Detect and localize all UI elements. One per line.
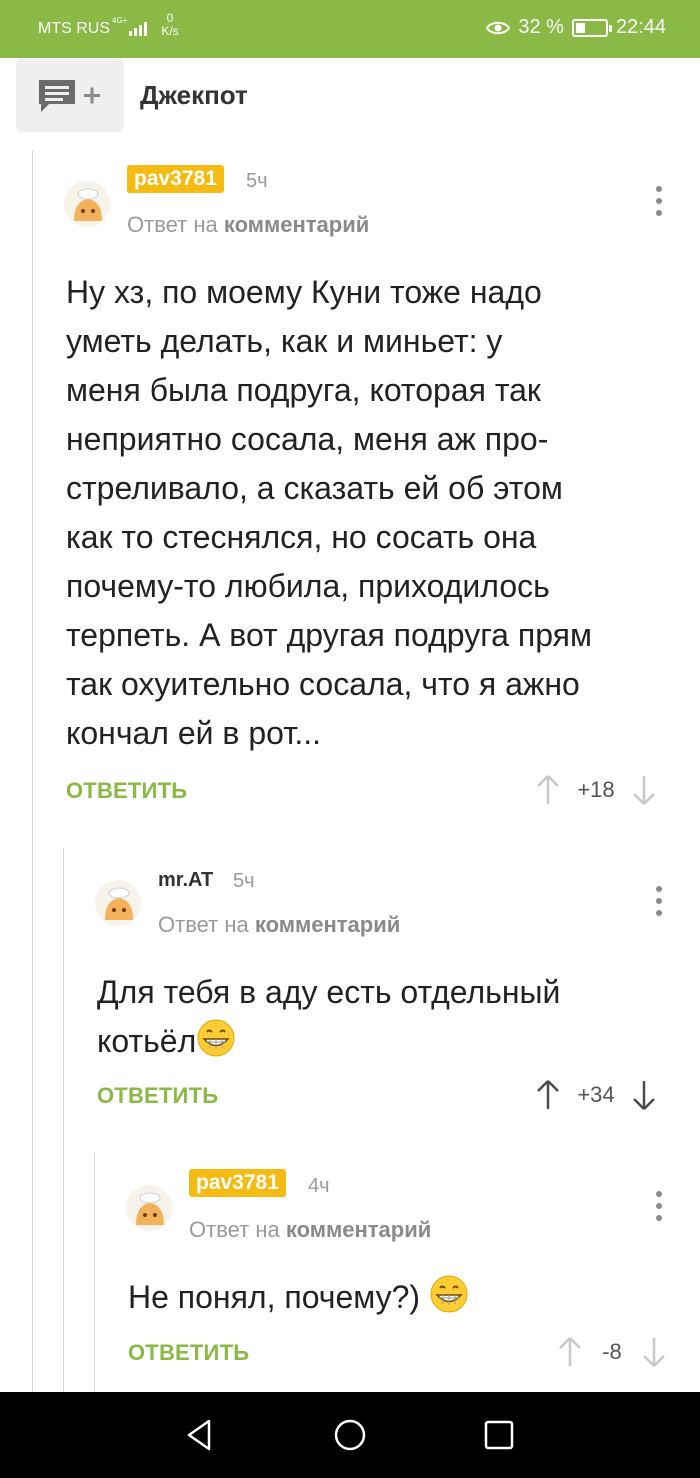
reply-to-label: Ответ на комментарий xyxy=(127,212,369,238)
comment-text: Не понял, почему?) xyxy=(128,1273,678,1322)
vote-controls: +34 xyxy=(536,1079,656,1111)
grinning-emoji-icon xyxy=(430,1275,468,1313)
avatar[interactable] xyxy=(64,181,110,227)
reply-to-prefix: Ответ на xyxy=(189,1217,280,1242)
recents-icon[interactable] xyxy=(482,1418,516,1452)
add-comment-icon xyxy=(39,79,100,112)
author-name[interactable]: mr.AT xyxy=(158,869,213,892)
reply-to-link[interactable]: комментарий xyxy=(286,1217,431,1242)
comment-time: 4ч xyxy=(308,1175,330,1197)
comment-score: +34 xyxy=(577,1082,615,1107)
speed-unit: K/s xyxy=(161,24,179,38)
page-header: Джекпот xyxy=(0,58,700,136)
reply-button[interactable]: ОТВЕТИТЬ xyxy=(66,778,187,804)
reply-button[interactable]: ОТВЕТИТЬ xyxy=(97,1083,218,1109)
more-options-icon[interactable] xyxy=(654,186,664,216)
vote-controls: -8 xyxy=(558,1336,666,1368)
reply-button[interactable]: ОТВЕТИТЬ xyxy=(128,1340,249,1366)
comment-text-content: Для тебя в аду есть отдельный котьёл xyxy=(97,974,561,1059)
downvote-arrow-icon[interactable] xyxy=(642,1336,666,1368)
comment-score: +18 xyxy=(577,777,615,802)
reply-to-label: Ответ на комментарий xyxy=(189,1217,431,1243)
reply-to-prefix: Ответ на xyxy=(158,912,249,937)
status-left: MTS RUS 4G+ 0 K/s xyxy=(38,12,179,38)
avatar[interactable] xyxy=(126,1185,172,1231)
vote-controls: +18 xyxy=(536,774,656,806)
thread-line-level-2 xyxy=(63,848,64,1392)
network-speed: 0 K/s xyxy=(161,12,178,38)
network-type: 4G+ xyxy=(112,16,128,25)
avatar[interactable] xyxy=(95,880,141,926)
default-avatar-icon xyxy=(105,887,133,920)
default-avatar-icon xyxy=(74,188,102,221)
battery-percent: 32 % xyxy=(518,16,564,38)
downvote-arrow-icon[interactable] xyxy=(632,1079,656,1111)
comment-time: 5ч xyxy=(246,170,268,192)
thread-line-level-1 xyxy=(32,150,33,1392)
downvote-arrow-icon[interactable] xyxy=(632,774,656,806)
author-name[interactable]: pav3781 xyxy=(127,165,224,193)
grinning-emoji-icon xyxy=(197,1019,235,1057)
comment-score: -8 xyxy=(602,1339,622,1364)
navigation-bar xyxy=(0,1392,700,1478)
upvote-arrow-icon[interactable] xyxy=(536,1079,560,1111)
carrier-name: MTS RUS xyxy=(38,20,110,37)
comment-time: 5ч xyxy=(233,870,255,892)
comment-text: Ну хз, по моему Куни тоже надо уметь дел… xyxy=(66,274,592,751)
page-title: Джекпот xyxy=(140,80,248,110)
thread-line-level-3 xyxy=(94,1152,95,1392)
comment-text-content: Не понял, почему?) xyxy=(128,1279,429,1315)
comment-text: Для тебя в аду есть отдельный котьёл xyxy=(97,968,677,1066)
add-comment-button[interactable] xyxy=(16,59,124,132)
upvote-arrow-icon[interactable] xyxy=(558,1336,582,1368)
reply-to-label: Ответ на комментарий xyxy=(158,912,400,938)
battery-icon xyxy=(571,18,612,37)
back-icon[interactable] xyxy=(183,1418,217,1452)
default-avatar-icon xyxy=(136,1192,164,1225)
reply-to-link[interactable]: комментарий xyxy=(255,912,400,937)
more-options-icon[interactable] xyxy=(654,886,664,916)
reply-to-prefix: Ответ на xyxy=(127,212,218,237)
reply-to-link[interactable]: комментарий xyxy=(224,212,369,237)
status-bar: MTS RUS 4G+ 0 K/s 32 % 22:44 xyxy=(0,0,700,58)
author-name[interactable]: pav3781 xyxy=(189,1169,286,1197)
signal-icon xyxy=(129,20,148,36)
home-icon[interactable] xyxy=(333,1418,367,1452)
eye-comfort-icon xyxy=(486,21,511,34)
upvote-arrow-icon[interactable] xyxy=(536,774,560,806)
more-options-icon[interactable] xyxy=(654,1191,664,1221)
status-right: 32 % 22:44 xyxy=(486,16,666,39)
clock: 22:44 xyxy=(615,16,666,38)
